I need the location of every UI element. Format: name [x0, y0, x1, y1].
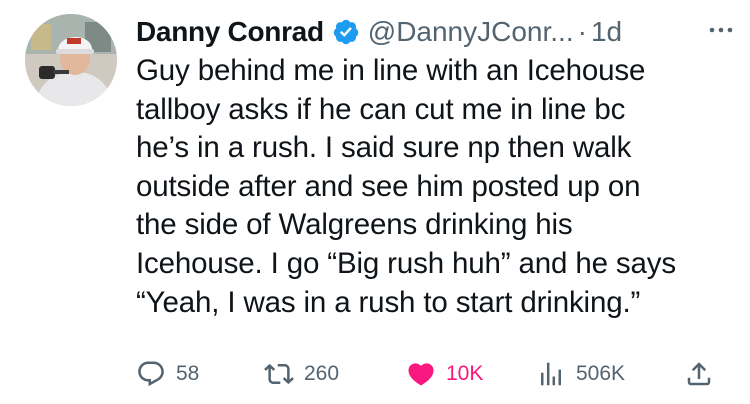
reply-count: 58: [176, 362, 200, 385]
views-button[interactable]: 506K: [536, 356, 625, 392]
repost-icon: [264, 363, 294, 385]
avatar[interactable]: [25, 14, 117, 106]
verified-badge-icon: [333, 19, 359, 45]
like-count: 10K: [446, 362, 484, 385]
views-count: 506K: [576, 362, 626, 385]
meta-separator: ·: [577, 16, 587, 47]
views-icon: [541, 362, 561, 386]
repost-count: 260: [304, 362, 340, 385]
heart-icon: [408, 363, 434, 386]
timestamp[interactable]: 1d: [591, 16, 622, 48]
tweet-header: Danny Conrad @DannyJConr... · 1d: [136, 12, 738, 52]
reply-button[interactable]: 58: [136, 356, 199, 392]
repost-button[interactable]: 260: [264, 356, 339, 392]
author-name[interactable]: Danny Conrad: [136, 16, 324, 48]
reply-icon: [138, 361, 164, 387]
action-bar: 58 260 10K 506K: [136, 356, 736, 392]
like-button[interactable]: 10K: [406, 356, 483, 392]
tweet[interactable]: Danny Conrad @DannyJConr... · 1d Guy beh…: [0, 0, 750, 404]
share-icon: [687, 362, 711, 386]
share-button[interactable]: [684, 356, 724, 392]
more-icon[interactable]: [706, 18, 736, 42]
tweet-text: Guy behind me in line with an Icehouse t…: [136, 54, 676, 319]
author-handle[interactable]: @DannyJConr...: [368, 16, 574, 48]
